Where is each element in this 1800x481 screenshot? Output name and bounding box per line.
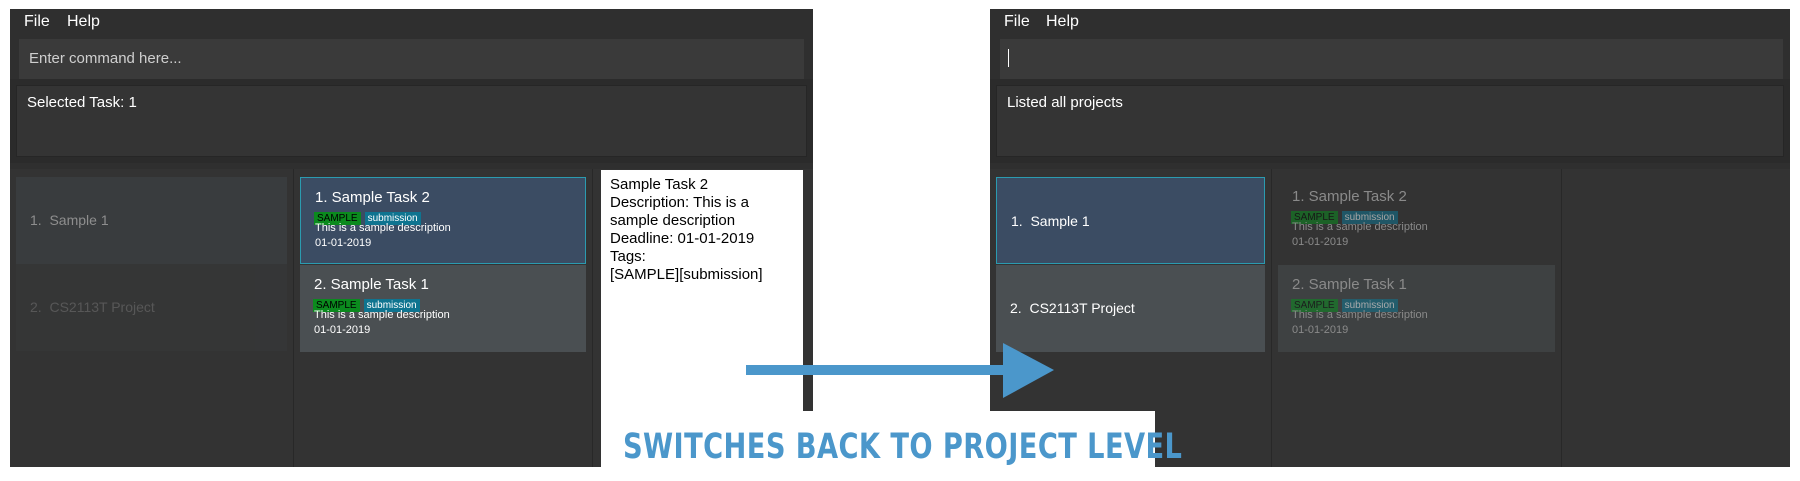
project-card[interactable]: 2. CS2113T Project xyxy=(16,264,287,351)
task-tags: SAMPLE submission xyxy=(313,295,424,312)
menu-bar: File Help xyxy=(990,9,1790,35)
detail-description: sample description xyxy=(610,212,736,229)
task-date: 01-01-2019 xyxy=(1292,324,1349,336)
task-title: 1. Sample Task 2 xyxy=(1292,188,1407,205)
task-date: 01-01-2019 xyxy=(314,324,371,336)
text-caret xyxy=(1008,49,1009,67)
task-title: 2. Sample Task 1 xyxy=(1292,276,1407,293)
project-card[interactable]: 1. Sample 1 xyxy=(996,177,1265,264)
task-tags: SAMPLE submission xyxy=(1291,207,1402,224)
project-label: 2. CS2113T Project xyxy=(1010,300,1135,316)
command-placeholder: Enter command here... xyxy=(29,50,182,67)
caption-text: SWITCHES BACK TO PROJECT LEVEL xyxy=(623,427,1183,467)
result-display: Listed all projects xyxy=(990,79,1790,163)
task-description: This is a sample description xyxy=(315,222,451,234)
menu-bar: File Help xyxy=(10,9,813,35)
detail-panel xyxy=(1562,169,1790,467)
task-list-panel[interactable]: 1. Sample Task 2 SAMPLE submission This i… xyxy=(294,169,593,467)
task-date: 01-01-2019 xyxy=(315,237,372,249)
command-input[interactable]: Enter command here... xyxy=(19,39,804,80)
menu-file[interactable]: File xyxy=(24,13,50,31)
task-card[interactable]: 2. Sample Task 1 SAMPLE submission This i… xyxy=(300,265,586,352)
task-card[interactable]: 2. Sample Task 1 SAMPLE submission This i… xyxy=(1278,265,1555,352)
task-description: This is a sample description xyxy=(1292,221,1428,233)
task-description: This is a sample description xyxy=(1292,309,1428,321)
project-list-panel[interactable]: 1. Sample 1 2. CS2113T Project xyxy=(10,169,294,467)
detail-title: Sample Task 2 xyxy=(610,176,709,193)
project-label: 1. Sample 1 xyxy=(1011,213,1090,229)
task-description: This is a sample description xyxy=(314,309,450,321)
task-tags: SAMPLE submission xyxy=(314,208,425,225)
menu-help[interactable]: Help xyxy=(67,13,100,31)
menu-file[interactable]: File xyxy=(1004,13,1030,31)
result-text: Listed all projects xyxy=(1007,94,1123,111)
caption-box: SWITCHES BACK TO PROJECT LEVEL xyxy=(601,411,1182,481)
result-text: Selected Task: 1 xyxy=(27,94,137,111)
result-display: Selected Task: 1 xyxy=(10,79,813,163)
command-input[interactable] xyxy=(1000,39,1783,80)
project-label: 2. CS2113T Project xyxy=(30,299,155,315)
project-label: 1. Sample 1 xyxy=(30,212,109,228)
task-title: 2. Sample Task 1 xyxy=(314,276,429,293)
detail-description-label: Description: This is a xyxy=(610,194,749,211)
task-list-panel[interactable]: 1. Sample Task 2 SAMPLE submission This i… xyxy=(1272,169,1562,467)
task-tags: SAMPLE submission xyxy=(1291,295,1402,312)
task-title: 1. Sample Task 2 xyxy=(315,189,430,206)
detail-deadline: Deadline: 01-01-2019 xyxy=(610,230,755,247)
task-card[interactable]: 1. Sample Task 2 SAMPLE submission This i… xyxy=(1278,177,1555,264)
detail-tags: [SAMPLE][submission] xyxy=(610,266,763,283)
project-card[interactable]: 2. CS2113T Project xyxy=(996,265,1265,352)
project-card[interactable]: 1. Sample 1 xyxy=(16,177,287,264)
task-card[interactable]: 1. Sample Task 2 SAMPLE submission This i… xyxy=(300,177,586,264)
detail-tags-label: Tags: xyxy=(610,248,646,265)
menu-help[interactable]: Help xyxy=(1046,13,1079,31)
task-date: 01-01-2019 xyxy=(1292,236,1349,248)
right-app-window: File Help Listed all projects 1. Sample … xyxy=(990,9,1790,467)
